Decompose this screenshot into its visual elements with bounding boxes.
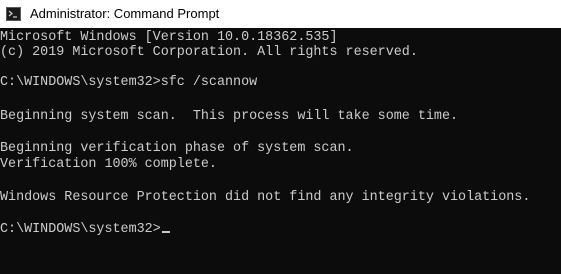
- console-line: C:\WINDOWS\system32>sfc /scannow: [0, 75, 258, 90]
- console-line: Beginning verification phase of system s…: [0, 141, 354, 156]
- window-title: Administrator: Command Prompt: [30, 6, 220, 21]
- console-line: Verification 100% complete.: [0, 157, 217, 172]
- text-cursor: [161, 231, 170, 233]
- title-bar[interactable]: Administrator: Command Prompt: [0, 0, 561, 28]
- prompt-line[interactable]: C:\WINDOWS\system32>: [0, 222, 170, 238]
- console-line: (c) 2019 Microsoft Corporation. All righ…: [0, 45, 418, 60]
- command-prompt-window: Administrator: Command Prompt Microsoft …: [0, 0, 561, 274]
- cmd-icon: [6, 7, 21, 21]
- console-line: Microsoft Windows [Version 10.0.18362.53…: [0, 30, 338, 45]
- console-output[interactable]: Microsoft Windows [Version 10.0.18362.53…: [0, 28, 561, 274]
- console-line: Beginning system scan. This process will…: [0, 109, 459, 124]
- prompt-text: C:\WINDOWS\system32>: [0, 222, 161, 237]
- console-line: Windows Resource Protection did not find…: [0, 190, 531, 205]
